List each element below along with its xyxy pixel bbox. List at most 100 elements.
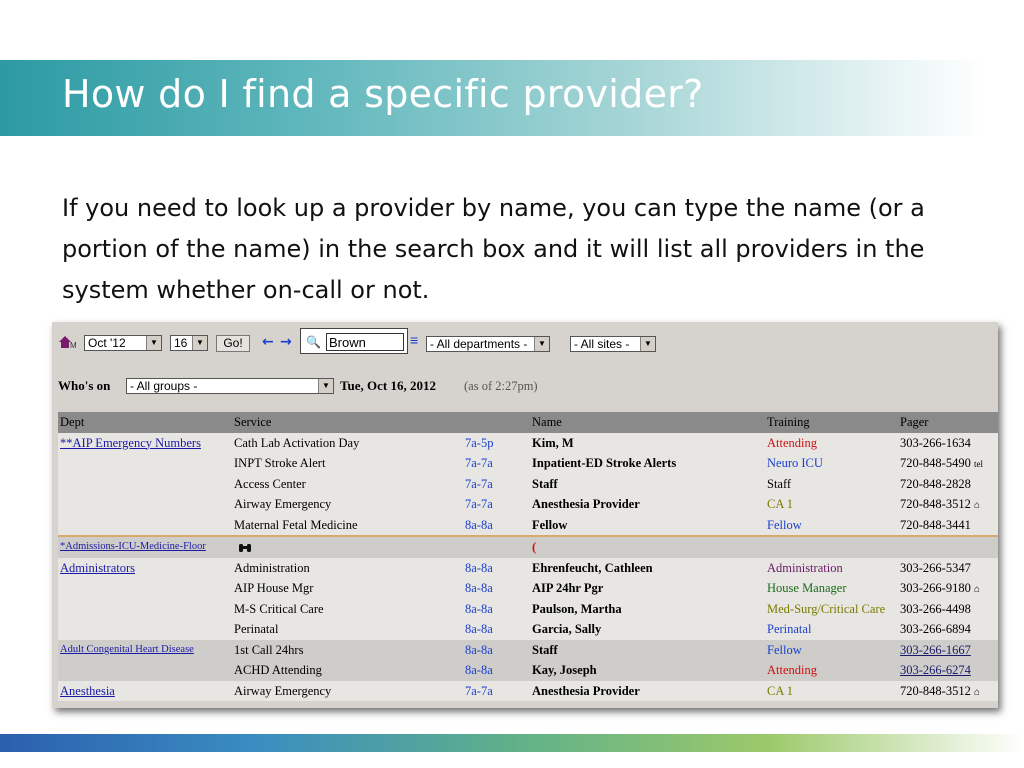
app-screenshot: M Oct '12▼ 16▼ Go! ← → 🔍 ≡ - All departm… (52, 322, 998, 708)
time-cell: 8a-8a (465, 622, 493, 636)
service-cell: AIP House Mgr (234, 581, 314, 595)
name-cell: Anesthesia Provider (532, 683, 640, 698)
training-cell: Med-Surg/Critical Care (767, 601, 886, 616)
name-cell: Kim, M (532, 435, 574, 450)
whos-on-label: Who's on (58, 378, 111, 393)
pager-link[interactable]: 303-266-1667 (900, 640, 998, 661)
prev-arrow-icon[interactable]: ← (262, 334, 274, 350)
service-cell: INPT Stroke Alert (234, 456, 326, 470)
name-cell: Paulson, Martha (532, 601, 622, 616)
name-cell: Staff (532, 642, 558, 657)
slide-body-text: If you need to look up a provider by nam… (62, 194, 925, 304)
pager-cell: 720-848-2828 (900, 476, 971, 491)
name-cell: AIP 24hr Pgr (532, 581, 604, 595)
next-arrow-icon[interactable]: → (280, 334, 292, 350)
training-cell: CA 1 (767, 683, 794, 698)
training-cell: House Manager (767, 581, 847, 595)
table-row[interactable]: Perinatal 8a-8a Garcia, Sally Perinatal … (58, 619, 998, 640)
service-cell: Access Center (234, 476, 306, 491)
service-cell: Perinatal (234, 622, 279, 636)
training-cell: Neuro ICU (767, 456, 823, 470)
site-select[interactable]: - All sites - ▼ (570, 336, 656, 352)
search-input[interactable] (326, 333, 404, 351)
time-cell: 8a-8a (465, 581, 493, 595)
name-cell: Staff (532, 476, 558, 491)
training-cell: Administration (767, 560, 843, 575)
binoculars-icon[interactable] (238, 537, 463, 558)
name-cell: Anesthesia Provider (532, 497, 640, 511)
time-cell: 7a-7a (465, 683, 493, 698)
time-cell: 8a-8a (465, 663, 493, 677)
pager-cell: 720-848-5490 tel (900, 456, 983, 470)
go-button[interactable]: Go! (216, 335, 250, 352)
training-cell: Fellow (767, 642, 802, 657)
service-cell: ACHD Attending (234, 663, 322, 677)
magnifier-icon[interactable]: 🔍 (306, 335, 321, 349)
table-header-row: Dept Service Name Training Pager (58, 412, 998, 433)
time-cell: 8a-8a (465, 642, 493, 657)
table-row[interactable]: **AIP Emergency Numbers Cath Lab Activat… (58, 432, 998, 454)
table-row[interactable]: ACHD Attending 8a-8a Kay, Joseph Attendi… (58, 660, 998, 681)
house-pager-icon: ⌂ (973, 686, 980, 698)
header-pager: Pager (900, 415, 929, 429)
dept-link[interactable]: Anesthesia (60, 681, 230, 702)
service-cell: Airway Emergency (234, 497, 332, 511)
name-cell: ( (532, 540, 537, 554)
day-select[interactable]: 16 ▼ (170, 335, 208, 351)
slide-title: How do I find a specific provider? (62, 72, 704, 116)
name-cell: Ehrenfeucht, Cathleen (532, 560, 653, 575)
service-cell: M-S Critical Care (234, 601, 324, 616)
header-dept: Dept (60, 415, 85, 429)
time-cell: 7a-7a (465, 497, 493, 511)
svg-text:M: M (70, 341, 77, 349)
provider-table: Dept Service Name Training Pager **AIP E… (58, 412, 998, 701)
pager-cell: 303-266-6894 (900, 622, 971, 636)
dept-link[interactable]: *Admissions-ICU-Medicine-Floor (60, 537, 230, 558)
table-row[interactable]: *Admissions-ICU-Medicine-Floor ( (58, 535, 998, 558)
name-cell: Kay, Joseph (532, 663, 597, 677)
table-row[interactable]: AIP House Mgr 8a-8a AIP 24hr Pgr House M… (58, 578, 998, 599)
time-cell: 7a-7a (465, 456, 493, 470)
service-cell: 1st Call 24hrs (234, 642, 304, 657)
as-of-time: (as of 2:27pm) (464, 379, 538, 393)
pager-cell: 303-266-4498 (900, 601, 971, 616)
training-cell: Attending (767, 663, 817, 677)
table-row[interactable]: Administrators Administration 8a-8a Ehre… (58, 557, 998, 579)
header-service: Service (234, 415, 272, 429)
dept-link[interactable]: Adult Congenital Heart Disease (60, 640, 230, 661)
table-row[interactable]: Anesthesia Airway Emergency 7a-7a Anesth… (58, 680, 998, 702)
table-row[interactable]: Adult Congenital Heart Disease 1st Call … (58, 639, 998, 661)
training-cell: CA 1 (767, 497, 794, 511)
time-cell: 7a-5p (465, 435, 494, 450)
house-pager-icon: ⌂ (973, 584, 980, 595)
table-row[interactable]: Maternal Fetal Medicine 8a-8a Fellow Fel… (58, 514, 998, 535)
time-cell: 8a-8a (465, 601, 493, 616)
table-row[interactable]: Airway Emergency 7a-7a Anesthesia Provid… (58, 494, 998, 515)
pager-cell: 303-266-5347 (900, 560, 971, 575)
training-cell: Fellow (767, 517, 802, 532)
pager-link[interactable]: 303-266-6274 (900, 660, 998, 681)
dept-link[interactable]: **AIP Emergency Numbers (60, 433, 230, 454)
header-training: Training (767, 415, 810, 429)
house-pager-icon: ⌂ (973, 500, 980, 511)
department-select[interactable]: - All departments - ▼ (426, 336, 550, 352)
name-cell: Fellow (532, 517, 568, 532)
table-row[interactable]: INPT Stroke Alert 7a-7a Inpatient-ED Str… (58, 453, 998, 474)
header-name: Name (532, 415, 562, 429)
current-date: Tue, Oct 16, 2012 (340, 378, 436, 393)
home-icon[interactable]: M (58, 335, 78, 352)
pager-cell: 303-266-9180 ⌂ (900, 581, 980, 595)
training-cell: Attending (767, 435, 817, 450)
month-select[interactable]: Oct '12 ▼ (84, 335, 162, 351)
name-cell: Garcia, Sally (532, 622, 602, 636)
list-icon[interactable]: ≡ (410, 332, 418, 348)
table-row[interactable]: Access Center 7a-7a Staff Staff 720-848-… (58, 473, 998, 494)
pager-cell: 303-266-1634 (900, 435, 971, 450)
service-cell: Airway Emergency (234, 683, 332, 698)
table-row[interactable]: M-S Critical Care 8a-8a Paulson, Martha … (58, 598, 998, 619)
group-select[interactable]: - All groups - ▼ (126, 378, 334, 394)
time-cell: 8a-8a (465, 560, 493, 575)
service-cell: Cath Lab Activation Day (234, 435, 360, 450)
dept-link[interactable]: Administrators (60, 558, 230, 579)
training-cell: Staff (767, 476, 792, 491)
